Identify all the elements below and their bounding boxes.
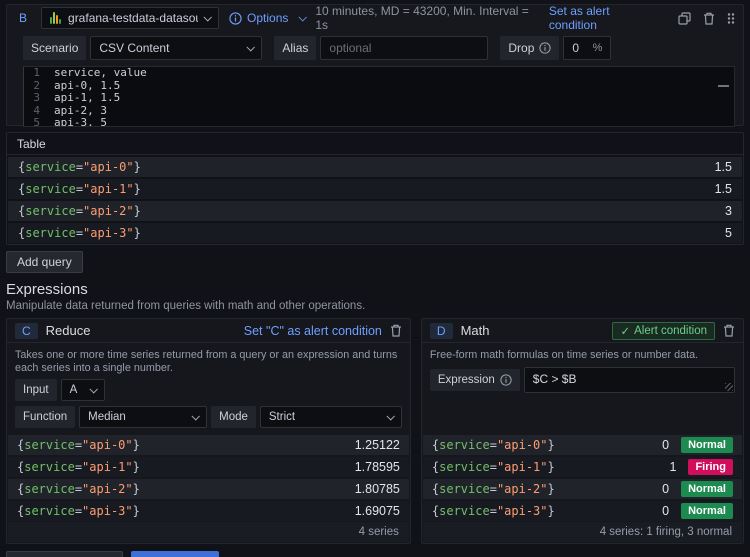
drop-percent-input[interactable]	[572, 41, 588, 55]
state-badge: Normal	[681, 437, 733, 453]
chevron-down-icon	[247, 43, 255, 51]
testdata-datasource-icon	[50, 12, 61, 24]
datasource-name: grafana-testdata-datasou	[68, 11, 198, 25]
result-row: {service="api-1"} 1 Firing	[423, 457, 742, 477]
expressions-title: Expressions	[6, 281, 744, 298]
percent-icon: %	[593, 42, 603, 54]
expression-title: Math	[461, 323, 490, 338]
delete-expression-icon[interactable]	[390, 324, 402, 337]
set-c-alert-condition-link[interactable]: Set "C" as alert condition	[244, 324, 382, 338]
resize-handle-icon[interactable]	[725, 383, 733, 391]
query-ref-id: B	[15, 11, 31, 25]
row-value: 1.78595	[355, 460, 400, 474]
drop-label: Drop	[500, 36, 559, 60]
expression-description: Takes one or more time series returned f…	[7, 343, 410, 374]
expression-ref-badge: C	[15, 323, 38, 339]
line-number: 5	[24, 117, 54, 127]
csv-content-editor[interactable]: 1service, value 2api-0, 1.5 3api-1, 1.5 …	[23, 66, 735, 127]
alias-label: Alias	[274, 36, 316, 60]
reduce-mode-select[interactable]: Strict	[260, 406, 402, 428]
function-label: Function	[15, 406, 75, 428]
code-line: api-3, 5	[54, 117, 107, 127]
table-panel: Table {service="api-0"} 1.5 {service="ap…	[6, 132, 744, 245]
line-number: 3	[24, 92, 54, 105]
alias-input[interactable]	[320, 36, 488, 60]
row-value: 5	[725, 226, 732, 240]
row-value: 3	[725, 204, 732, 218]
row-value: 1.5	[715, 160, 732, 174]
info-circle-icon	[229, 12, 242, 25]
preview-button[interactable]: ↻ Preview	[131, 551, 219, 557]
chevron-down-icon	[192, 412, 200, 420]
check-icon: ✓	[620, 324, 630, 338]
result-row: {service="api-3"} 0 Normal	[423, 501, 742, 521]
code-line: service, value	[54, 67, 147, 80]
math-expression-input[interactable]: $C > $B	[524, 367, 735, 393]
duplicate-query-icon[interactable]	[678, 12, 691, 25]
scenario-label: Scenario	[23, 36, 86, 60]
result-row: {service="api-2"} 0 Normal	[423, 479, 742, 499]
row-value: 1.25122	[355, 438, 400, 452]
options-toggle[interactable]: Options	[229, 11, 305, 25]
datasource-picker[interactable]: grafana-testdata-datasou	[41, 7, 219, 29]
series-count-footer: 4 series	[8, 522, 409, 542]
delete-expression-icon[interactable]	[723, 324, 735, 337]
row-value: 1.80785	[355, 482, 400, 496]
chevron-down-icon	[386, 412, 394, 420]
result-row: {service="api-0"} 0 Normal	[423, 435, 742, 455]
line-number: 1	[24, 67, 54, 80]
result-row: {service="api-3"} 1.69075	[8, 501, 409, 521]
result-row: {service="api-2"} 1.80785	[8, 479, 409, 499]
expression-label: Expression	[430, 369, 520, 391]
expression-ref-badge: D	[430, 323, 453, 339]
chevron-down-icon	[299, 13, 307, 21]
table-row: {service="api-2"} 3	[8, 201, 742, 221]
expressions-subtitle: Manipulate data returned from queries wi…	[6, 299, 744, 313]
query-header: B grafana-testdata-datasou Options 10 mi…	[7, 5, 743, 31]
scenario-select[interactable]: CSV Content	[90, 36, 262, 60]
add-query-button[interactable]: Add query	[6, 251, 83, 273]
row-value: 0	[662, 438, 669, 452]
query-editor-card: B grafana-testdata-datasou Options 10 mi…	[6, 4, 744, 126]
table-row: {service="api-0"} 1.5	[8, 157, 742, 177]
state-badge: Firing	[688, 459, 733, 475]
add-expression-button[interactable]: Add expression	[6, 551, 123, 557]
chevron-down-icon	[89, 385, 97, 393]
delete-query-icon[interactable]	[703, 12, 715, 25]
row-value: 0	[662, 482, 669, 496]
math-expression-card: D Math ✓ Alert condition Free-form math …	[421, 318, 744, 544]
expression-description: Free-form math formulas on time series o…	[422, 343, 743, 362]
state-badge: Normal	[681, 503, 733, 519]
row-value: 1.5	[715, 182, 732, 196]
reduce-expression-card: C Reduce Set "C" as alert condition Take…	[6, 318, 411, 544]
row-value: 1	[669, 460, 676, 474]
result-row: {service="api-0"} 1.25122	[8, 435, 409, 455]
expression-title: Reduce	[46, 323, 91, 338]
editor-minimap-mark	[718, 85, 729, 87]
row-value: 1.69075	[355, 504, 400, 518]
state-badge: Normal	[681, 481, 733, 497]
scenario-value: CSV Content	[99, 41, 241, 55]
chevron-down-icon	[203, 13, 211, 21]
input-label: Input	[15, 379, 57, 401]
row-value: 0	[662, 504, 669, 518]
reduce-input-select[interactable]: A	[61, 379, 105, 401]
table-row: {service="api-1"} 1.5	[8, 179, 742, 199]
code-line: api-1, 1.5	[54, 92, 120, 105]
info-circle-icon	[539, 42, 551, 54]
options-label: Options	[247, 11, 288, 25]
mode-label: Mode	[211, 406, 256, 428]
series-count-footer: 4 series: 1 firing, 3 normal	[423, 522, 742, 542]
alert-condition-badge[interactable]: ✓ Alert condition	[612, 322, 715, 340]
result-row: {service="api-1"} 1.78595	[8, 457, 409, 477]
table-panel-title: Table	[7, 133, 743, 155]
set-alert-condition-link[interactable]: Set as alert condition	[549, 4, 658, 32]
table-row: {service="api-3"} 5	[8, 223, 742, 243]
drop-percent-field[interactable]: %	[563, 36, 611, 60]
query-stats: 10 minutes, MD = 43200, Min. Interval = …	[315, 4, 538, 32]
reduce-function-select[interactable]: Median	[79, 406, 207, 428]
info-circle-icon	[500, 374, 512, 386]
drag-handle-icon[interactable]	[727, 12, 735, 25]
